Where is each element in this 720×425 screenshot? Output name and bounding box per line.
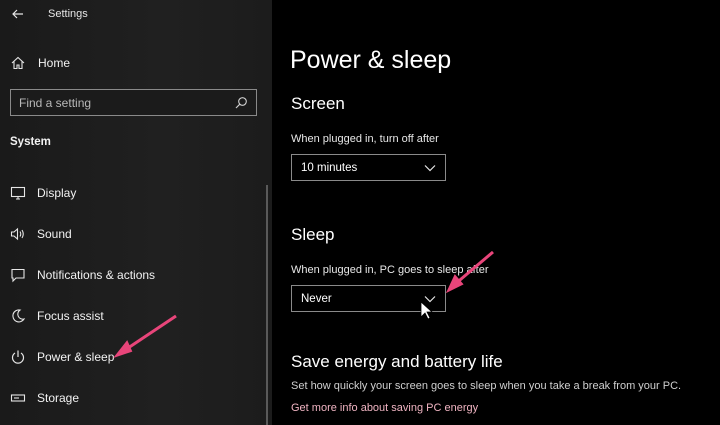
sidebar-scrollbar[interactable] [266, 185, 268, 425]
sidebar-item-label: Focus assist [37, 308, 104, 323]
title-bar: Settings [0, 0, 272, 30]
home-label: Home [38, 56, 71, 70]
back-arrow-icon[interactable] [10, 6, 26, 22]
sidebar-item-sound[interactable]: Sound [0, 213, 262, 254]
sleep-timeout-label: When plugged in, PC goes to sleep after [291, 264, 489, 276]
sidebar-item-focus-assist[interactable]: Focus assist [0, 295, 262, 336]
sidebar-item-storage[interactable]: Storage [0, 377, 262, 418]
sidebar-item-label: Notifications & actions [37, 267, 156, 282]
search-icon[interactable] [234, 96, 248, 110]
power-icon [11, 350, 25, 364]
sidebar-item-power-sleep[interactable]: Power & sleep [0, 336, 262, 377]
sidebar-item-label: Storage [37, 390, 80, 405]
screen-heading: Screen [291, 94, 345, 113]
monitor-icon [10, 186, 26, 200]
sidebar-item-label: Sound [37, 226, 72, 241]
energy-description: Set how quickly your screen goes to slee… [291, 380, 682, 392]
search-input[interactable] [19, 95, 234, 110]
sidebar-item-label: Display [37, 185, 77, 200]
storage-icon [10, 393, 26, 402]
sleep-timeout-value: Never [301, 292, 332, 305]
energy-info-link[interactable]: Get more info about saving PC energy [291, 402, 478, 414]
page-title: Power & sleep [290, 46, 452, 74]
screen-timeout-label: When plugged in, turn off after [291, 133, 439, 145]
search-box[interactable] [10, 89, 257, 116]
speaker-icon [10, 227, 24, 240]
nav-list: Display Sound Notifications & actions Fo… [0, 172, 262, 418]
main-content: Power & sleep Screen When plugged in, tu… [272, 0, 720, 425]
sidebar: Settings Home System Display Sound [0, 0, 272, 425]
sleep-timeout-dropdown[interactable]: Never [291, 285, 446, 312]
nav-home[interactable]: Home [10, 54, 210, 72]
moon-icon [12, 308, 26, 322]
app-title: Settings [48, 8, 88, 20]
sidebar-item-display[interactable]: Display [0, 172, 262, 213]
screen-timeout-value: 10 minutes [301, 161, 358, 174]
energy-heading: Save energy and battery life [291, 352, 503, 371]
home-icon [11, 56, 25, 70]
sidebar-item-notifications[interactable]: Notifications & actions [0, 254, 262, 295]
section-label-system: System [10, 136, 51, 148]
sidebar-item-label: Power & sleep [37, 349, 115, 364]
sleep-heading: Sleep [291, 225, 335, 244]
screen-timeout-dropdown[interactable]: 10 minutes [291, 154, 446, 181]
chevron-down-icon [424, 295, 436, 302]
notification-icon [11, 268, 25, 282]
chevron-down-icon [424, 164, 436, 171]
